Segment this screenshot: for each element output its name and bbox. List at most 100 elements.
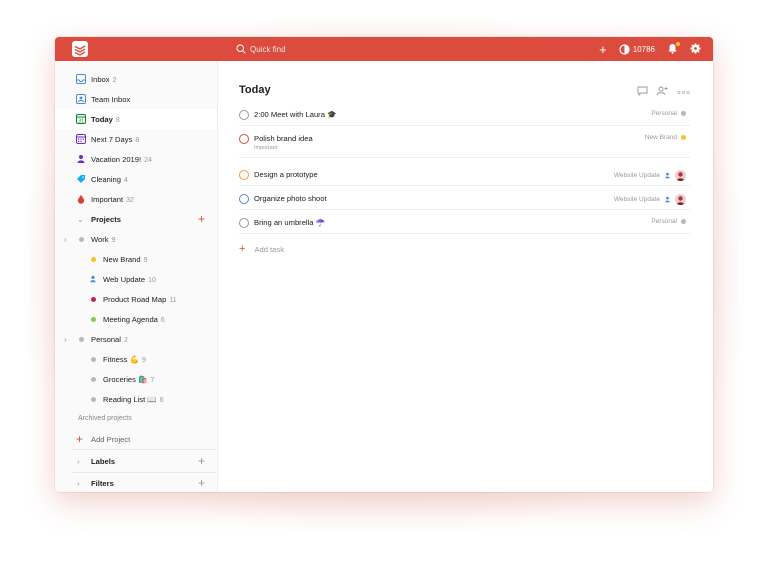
- task-checkbox[interactable]: [239, 194, 249, 204]
- archived-projects-label: Archived projects: [78, 415, 132, 422]
- sidebar-item-count: 8: [135, 137, 140, 144]
- project-dot-icon: [681, 135, 686, 140]
- chevron-right-icon: ›: [77, 479, 80, 488]
- sidebar-item-label: Next 7 Days: [91, 135, 133, 144]
- team-inbox-icon: [76, 94, 86, 104]
- sidebar-project-work[interactable]: › Work 9: [55, 229, 217, 249]
- project-dot-icon: [76, 234, 86, 244]
- project-dot-icon: [88, 314, 98, 324]
- plus-icon: +: [239, 243, 246, 255]
- sidebar-project-product-road-map[interactable]: Product Road Map 11: [55, 289, 217, 309]
- sidebar-item-label: New Brand: [103, 255, 141, 264]
- project-dot-icon: [88, 394, 98, 404]
- add-project-button[interactable]: + Add Project: [55, 429, 217, 449]
- inbox-icon: [76, 74, 86, 84]
- sidebar-item-label: Groceries 🛍️: [103, 375, 148, 384]
- sidebar-item-count: 6: [159, 397, 164, 404]
- sidebar-project-new-brand[interactable]: New Brand 9: [55, 249, 217, 269]
- chevron-right-icon[interactable]: ›: [64, 335, 67, 344]
- sidebar-project-reading-list[interactable]: Reading List 📖 6: [55, 389, 217, 409]
- task-item[interactable]: Bring an umbrella ☂️ Personal: [239, 213, 690, 234]
- project-dot-icon: [76, 334, 86, 344]
- sidebar-item-label: Today: [91, 115, 113, 124]
- sidebar-item-count: 32: [126, 197, 134, 204]
- projects-header[interactable]: ⌄ Projects +: [55, 209, 217, 229]
- add-task-plus-icon[interactable]: +: [599, 43, 607, 56]
- project-dot-icon: [681, 219, 686, 224]
- add-project-label: Add Project: [91, 435, 131, 444]
- sidebar-project-personal[interactable]: › Personal 2: [55, 329, 217, 349]
- sidebar-item-label: Fitness 💪: [103, 355, 140, 364]
- sidebar-item-important[interactable]: Important 32: [55, 189, 217, 209]
- project-dot-icon: [88, 254, 98, 264]
- quick-find-input[interactable]: Quick find: [236, 42, 286, 56]
- add-project-plus-icon[interactable]: +: [198, 212, 205, 226]
- page-title: Today: [239, 84, 271, 96]
- sidebar-item-count: 9: [142, 357, 146, 364]
- todoist-logo-icon[interactable]: [72, 41, 88, 57]
- app-window: Quick find + 10786 Inbox 2 Team Inbox 31…: [55, 37, 713, 492]
- sidebar-item-team-inbox[interactable]: Team Inbox: [55, 89, 217, 109]
- karma-count: 10786: [632, 44, 655, 54]
- task-project-name: Personal: [651, 110, 677, 117]
- sidebar-item-vacation[interactable]: Vacation 2019! 24: [55, 149, 217, 169]
- person-icon: [665, 172, 670, 179]
- sidebar-item-label: Web Update: [103, 275, 146, 284]
- project-dot-icon: [88, 374, 98, 384]
- project-dot-icon: [681, 111, 686, 116]
- task-checkbox[interactable]: [239, 134, 249, 144]
- task-item[interactable]: Design a prototype Website Update: [239, 165, 690, 186]
- more-options-icon[interactable]: ∘∘∘: [676, 87, 691, 98]
- projects-header-label: Projects: [91, 215, 121, 224]
- task-checkbox[interactable]: [239, 170, 249, 180]
- assignee-avatar[interactable]: [675, 170, 686, 181]
- sidebar-item-label: Product Road Map: [103, 295, 167, 304]
- sidebar-item-label: Reading List 📖: [103, 395, 157, 404]
- sidebar-item-label: Inbox: [91, 75, 110, 84]
- labels-header[interactable]: › Labels +: [55, 451, 217, 471]
- main-content: Today ∘∘∘ 2:00 Meet with Laura 🎓 Persona…: [218, 61, 713, 492]
- sidebar-project-meeting-agenda[interactable]: Meeting Agenda 6: [55, 309, 217, 329]
- sidebar-item-count: 7: [150, 377, 155, 384]
- sidebar-project-fitness[interactable]: Fitness 💪 9: [55, 349, 217, 369]
- sidebar-item-label: Personal: [91, 335, 121, 344]
- karma-button[interactable]: 10786: [619, 43, 655, 55]
- sidebar-project-web-update[interactable]: Web Update 10: [55, 269, 217, 289]
- task-project-name: Website Update: [613, 196, 660, 203]
- add-label-plus-icon[interactable]: +: [198, 454, 205, 468]
- sidebar-item-today[interactable]: 31 Today 8: [55, 109, 217, 129]
- notification-badge: [676, 41, 680, 46]
- filters-header[interactable]: › Filters +: [55, 473, 217, 492]
- sidebar-item-inbox[interactable]: Inbox 2: [55, 69, 217, 89]
- person-icon: [88, 274, 98, 284]
- assignee-avatar[interactable]: [675, 194, 686, 205]
- archived-projects-link[interactable]: Archived projects: [55, 409, 217, 429]
- notifications-bell-icon[interactable]: [667, 41, 680, 56]
- sidebar-item-count: 9: [111, 237, 116, 244]
- task-checkbox[interactable]: [239, 218, 249, 228]
- add-task-button[interactable]: + Add task: [239, 243, 284, 255]
- task-checkbox[interactable]: [239, 110, 249, 120]
- top-bar: Quick find + 10786: [55, 37, 713, 61]
- sidebar-project-groceries[interactable]: Groceries 🛍️ 7: [55, 369, 217, 389]
- sidebar-item-next-7-days[interactable]: Next 7 Days 8: [55, 129, 217, 149]
- add-filter-plus-icon[interactable]: +: [198, 476, 205, 490]
- sidebar-item-count: 10: [148, 277, 156, 284]
- add-task-label: Add task: [254, 244, 284, 254]
- add-person-icon[interactable]: [656, 83, 668, 101]
- calendar-today-icon: 31: [76, 114, 86, 124]
- sidebar-item-count: 2: [112, 77, 117, 84]
- divider: [71, 449, 217, 450]
- project-dot-icon: [88, 354, 98, 364]
- task-item[interactable]: Polish brand idea Important New Brand: [239, 129, 690, 158]
- sidebar-item-count: 9: [143, 257, 148, 264]
- chevron-right-icon[interactable]: ›: [64, 235, 67, 244]
- sidebar-item-label: Work: [91, 235, 109, 244]
- task-project-name: Personal: [651, 218, 677, 225]
- sidebar-item-cleaning[interactable]: Cleaning 4: [55, 169, 217, 189]
- task-item[interactable]: Organize photo shoot Website Update: [239, 189, 690, 210]
- comment-icon[interactable]: [637, 83, 648, 101]
- sidebar-item-count: 2: [123, 337, 128, 344]
- task-item[interactable]: 2:00 Meet with Laura 🎓 Personal: [239, 105, 690, 126]
- settings-gear-icon[interactable]: [690, 43, 701, 56]
